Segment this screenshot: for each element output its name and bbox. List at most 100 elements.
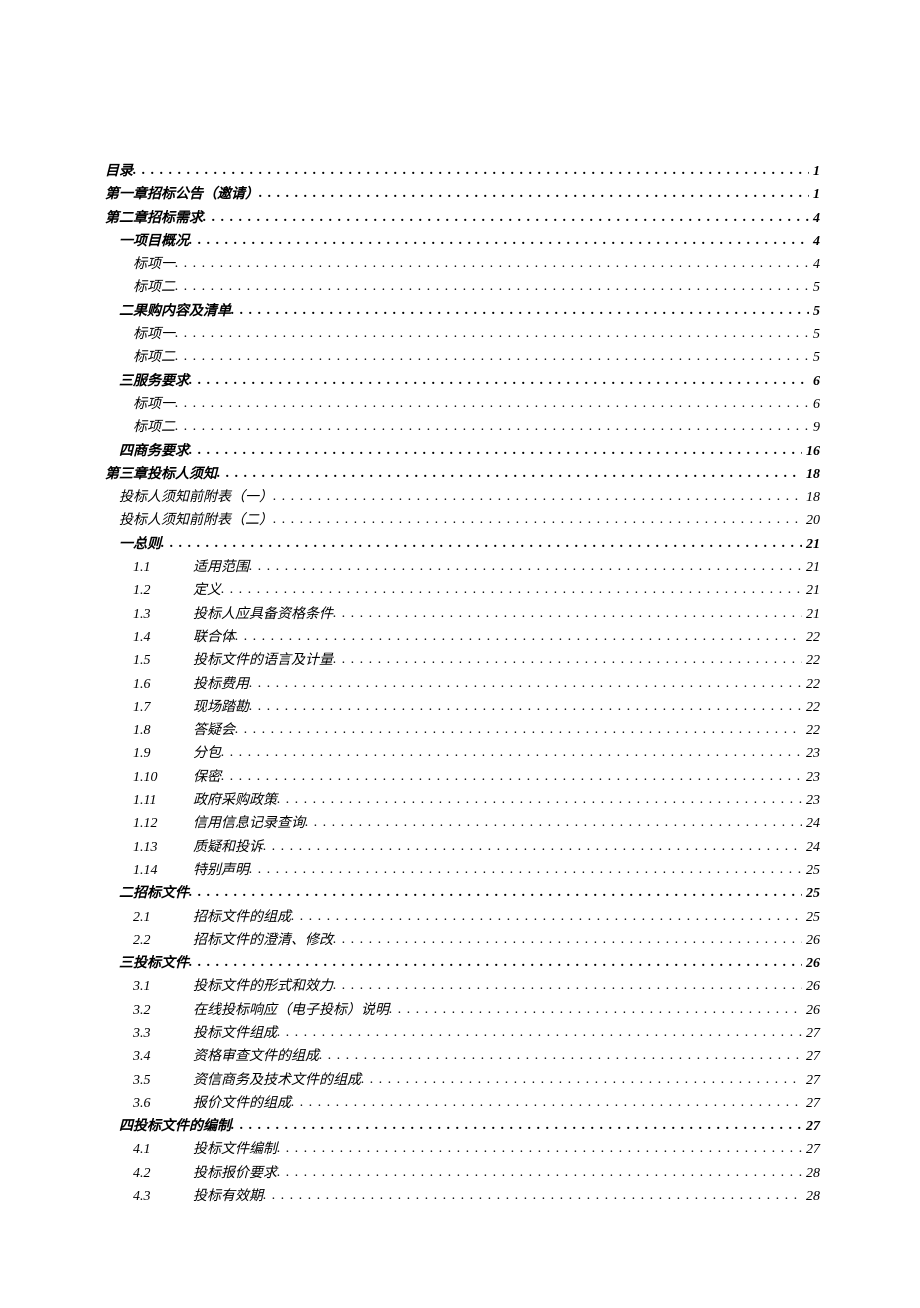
- toc-entry-title: 答疑会: [193, 719, 235, 742]
- toc-entry: 1.13质疑和投诉24: [105, 836, 820, 859]
- toc-entry-page: 24: [802, 812, 820, 835]
- toc-entry-number: 3.6: [133, 1092, 193, 1115]
- toc-entry-title: 特别声明: [193, 859, 249, 882]
- toc-dots: [305, 811, 802, 834]
- toc-entry: 第一章招标公告（邀请）1: [105, 183, 820, 206]
- toc-entry: 1.11政府采购政策23: [105, 789, 820, 812]
- toc-dots: [203, 206, 809, 229]
- toc-dots: [189, 439, 802, 462]
- toc-dots: [221, 578, 802, 601]
- toc-entry-number: 1.2: [133, 579, 193, 602]
- toc-entry-title: 信用信息记录查询: [193, 812, 305, 835]
- toc-entry: 3.3投标文件组成27: [105, 1022, 820, 1045]
- toc-entry-title: 投标报价要求: [193, 1162, 277, 1185]
- toc-entry-page: 26: [802, 929, 820, 952]
- toc-entry-number: 1.9: [133, 742, 193, 765]
- toc-entry-title: 三服务要求: [119, 370, 189, 393]
- toc-entry: 3.4资格审查文件的组成27: [105, 1045, 820, 1068]
- toc-entry: 投标人须知前附表（一） 18: [105, 486, 820, 509]
- toc-entry-title: 资格审查文件的组成: [193, 1045, 319, 1068]
- toc-entry-number: 4.2: [133, 1162, 193, 1185]
- toc-entry-number: 1.12: [133, 812, 193, 835]
- toc-entry: 3.5资信商务及技术文件的组成27: [105, 1069, 820, 1092]
- toc-entry-title: 目录: [105, 160, 133, 183]
- toc-dots: [249, 555, 802, 578]
- toc-entry-page: 5: [809, 346, 820, 369]
- toc-entry-page: 26: [802, 999, 820, 1022]
- toc-entry-page: 1: [809, 183, 820, 206]
- toc-entry-page: 25: [802, 859, 820, 882]
- toc-entry-title: 投标有效期: [193, 1185, 263, 1208]
- toc-entry-page: 27: [802, 1138, 820, 1161]
- toc-dots: [175, 322, 809, 345]
- toc-entry: 标项二9: [105, 416, 820, 439]
- toc-entry: 4.1投标文件编制 27: [105, 1138, 820, 1161]
- toc-entry-page: 1: [809, 160, 820, 183]
- toc-entry-page: 16: [802, 440, 820, 463]
- toc-dots: [189, 229, 809, 252]
- toc-entry: 第二章招标需求4: [105, 207, 820, 230]
- toc-entry-title: 投标文件的语言及计量: [193, 649, 333, 672]
- toc-dots: [231, 1114, 802, 1137]
- toc-entry-number: 3.3: [133, 1022, 193, 1045]
- toc-entry-title: 现场踏勘: [193, 696, 249, 719]
- toc-entry: 3.1投标文件的形式和效力26: [105, 975, 820, 998]
- toc-entry-title: 四投标文件的编制: [119, 1115, 231, 1138]
- toc-dots: [175, 252, 809, 275]
- toc-entry: 一项目概况 4: [105, 230, 820, 253]
- toc-entry-title: 标项二: [133, 346, 175, 369]
- toc-entry: 目录 1: [105, 160, 820, 183]
- toc-entry-page: 6: [809, 370, 820, 393]
- toc-entry-title: 投标人须知前附表（一）: [119, 486, 273, 509]
- toc-entry-page: 27: [802, 1115, 820, 1138]
- toc-entry: 三服务要求 6: [105, 370, 820, 393]
- toc-entry-title: 投标人须知前附表（二）: [119, 509, 273, 532]
- toc-entry-number: 4.3: [133, 1185, 193, 1208]
- toc-entry-page: 4: [809, 230, 820, 253]
- toc-entry: 4.3投标有效期28: [105, 1185, 820, 1208]
- toc-entry-page: 18: [802, 486, 820, 509]
- toc-entry-number: 4.1: [133, 1138, 193, 1161]
- toc-entry-title: 联合体: [193, 626, 235, 649]
- toc-entry: 二果购内容及清单5: [105, 300, 820, 323]
- toc-entry-page: 22: [802, 673, 820, 696]
- toc-entry-number: 1.7: [133, 696, 193, 719]
- toc-entry-title: 资信商务及技术文件的组成: [193, 1069, 361, 1092]
- toc-entry: 一总则21: [105, 533, 820, 556]
- toc-dots: [291, 1091, 802, 1114]
- toc-dots: [333, 602, 802, 625]
- toc-entry-number: 1.1: [133, 556, 193, 579]
- toc-dots: [133, 159, 809, 182]
- toc-entry: 2.2招标文件的澄清、修改26: [105, 929, 820, 952]
- toc-dots: [389, 998, 802, 1021]
- toc-dots: [333, 928, 802, 951]
- toc-entry-title: 投标文件编制: [193, 1138, 277, 1161]
- toc-dots: [361, 1068, 802, 1091]
- toc-entry-title: 第二章招标需求: [105, 207, 203, 230]
- toc-entry-page: 5: [809, 323, 820, 346]
- toc-entry: 1.14特别声明25: [105, 859, 820, 882]
- toc-dots: [235, 718, 802, 741]
- toc-entry-title: 标项二: [133, 416, 175, 439]
- toc-entry-title: 招标文件的澄清、修改: [193, 929, 333, 952]
- toc-entry-title: 在线投标响应（电子投标）说明: [193, 999, 389, 1022]
- toc-dots: [231, 299, 809, 322]
- toc-entry-page: 27: [802, 1045, 820, 1068]
- toc-dots: [249, 672, 802, 695]
- toc-entry-title: 一总则: [119, 533, 161, 556]
- toc-entry-page: 4: [809, 253, 820, 276]
- toc-entry-title: 标项一: [133, 323, 175, 346]
- toc-entry: 标项一6: [105, 393, 820, 416]
- toc-entry-title: 二招标文件: [119, 882, 189, 905]
- toc-entry-number: 2.1: [133, 906, 193, 929]
- toc-entry-title: 三投标文件: [119, 952, 189, 975]
- toc-dots: [263, 835, 802, 858]
- toc-entry-title: 一项目概况: [119, 230, 189, 253]
- toc-entry-title: 投标文件的形式和效力: [193, 975, 333, 998]
- toc-entry-number: 1.8: [133, 719, 193, 742]
- toc-entry-title: 保密: [193, 766, 221, 789]
- toc-entry-title: 四商务要求: [119, 440, 189, 463]
- toc-entry: 四商务要求 16: [105, 440, 820, 463]
- toc-entry-number: 3.1: [133, 975, 193, 998]
- toc-entry: 1.10保密23: [105, 766, 820, 789]
